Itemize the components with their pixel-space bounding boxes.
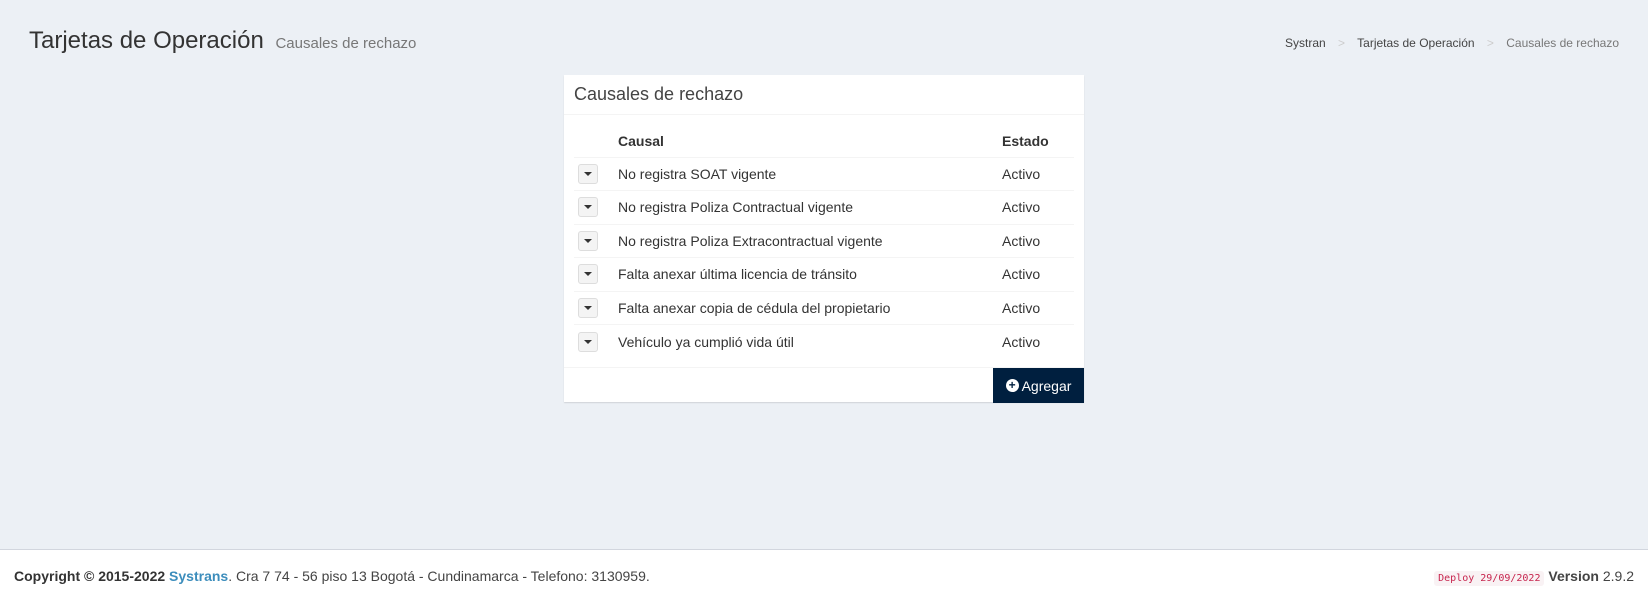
main-footer: Copyright © 2015-2022 Systrans. Cra 7 74… [0, 549, 1648, 595]
row-actions-cell [574, 324, 614, 358]
table-row: No registra Poliza Extracontractual vige… [574, 223, 1074, 258]
row-dropdown-button[interactable] [578, 197, 598, 218]
row-dropdown-button[interactable] [578, 163, 598, 184]
breadcrumb-separator: > [1338, 36, 1346, 50]
causal-cell: Falta anexar última licencia de tránsito [614, 257, 998, 291]
table-row: Vehículo ya cumplió vida útil Activo [574, 324, 1074, 358]
table-row: No registra SOAT vigente Activo [574, 157, 1074, 191]
causal-cell: No registra Poliza Extracontractual vige… [614, 223, 998, 258]
row-dropdown-button[interactable] [578, 297, 598, 318]
causal-cell: No registra SOAT vigente [618, 165, 777, 182]
page-title: Tarjetas de Operación Causales de rechaz… [29, 27, 416, 55]
box-body: Causal Estado No registra SOAT vigente A… [564, 115, 1084, 367]
box-title: Causales de rechazo [574, 84, 744, 104]
table-row: No registra Poliza Contractual vigente A… [574, 190, 1074, 224]
causal-cell: Vehículo ya cumplió vida útil [614, 324, 998, 358]
causal-cell: Falta anexar copia de cédula del propiet… [614, 290, 998, 325]
deploy-badge: Deploy 29/09/2022 [1434, 571, 1545, 586]
breadcrumb-separator: > [1486, 36, 1494, 50]
add-button-label: Agregar [1021, 377, 1072, 394]
estado-cell: Activo [998, 223, 1074, 258]
footer-copyright: Copyright © 2015-2022 Systrans. Cra 7 74… [14, 568, 650, 584]
version-number: 2.9.2 [1602, 568, 1634, 584]
estado-cell: Activo [1002, 165, 1041, 182]
table-header-row: Causal Estado [574, 125, 1074, 158]
caret-down-icon [584, 238, 592, 243]
estado-column-header: Estado [998, 125, 1074, 158]
copyright-text: Copyright © 2015-2022 [14, 568, 166, 584]
box-footer: + Agregar [564, 367, 1084, 403]
box-header: Causales de rechazo [564, 75, 1084, 115]
caret-down-icon [584, 339, 592, 344]
estado-cell: Activo [998, 257, 1074, 291]
brand-link[interactable]: Systrans [169, 568, 228, 584]
row-actions-cell [574, 257, 614, 291]
table-row: Falta anexar copia de cédula del propiet… [574, 290, 1074, 325]
breadcrumb-item-tarjetas[interactable]: Tarjetas de Operación [1357, 36, 1474, 50]
caret-down-icon [584, 205, 592, 210]
causal-column-header: Causal [614, 125, 998, 158]
page-subtitle: Causales de rechazo [275, 35, 417, 52]
table-row: Falta anexar última licencia de tránsito… [574, 257, 1074, 291]
estado-cell: Activo [998, 190, 1074, 224]
row-dropdown-button[interactable] [578, 230, 598, 251]
estado-cell: Activo [998, 290, 1074, 325]
content-header: Tarjetas de Operación Causales de rechaz… [29, 27, 1619, 61]
caret-down-icon [584, 272, 592, 277]
breadcrumb-item-current: Causales de rechazo [1506, 36, 1619, 50]
causales-table: Causal Estado No registra SOAT vigente A… [574, 125, 1074, 358]
row-actions-cell [574, 290, 614, 325]
plus-circle-icon: + [1005, 379, 1019, 392]
causales-box: Causales de rechazo Causal Estado No reg… [564, 75, 1084, 403]
version-label: Version [1548, 568, 1599, 584]
row-dropdown-button[interactable] [578, 264, 598, 285]
add-button[interactable]: + Agregar [993, 368, 1084, 403]
footer-address: . Cra 7 74 - 56 piso 13 Bogotá - Cundina… [228, 568, 650, 584]
page-title-text: Tarjetas de Operación [29, 27, 264, 54]
estado-cell: Activo [998, 324, 1074, 358]
breadcrumb-item-systran[interactable]: Systran [1285, 36, 1326, 50]
row-actions-cell [574, 157, 614, 191]
caret-down-icon [584, 171, 592, 176]
actions-column-header [574, 125, 614, 158]
row-actions-cell [574, 190, 614, 224]
breadcrumb: Systran > Tarjetas de Operación > Causal… [1285, 36, 1619, 50]
footer-version: Deploy 29/09/2022 Version 2.9.2 [1434, 568, 1634, 586]
caret-down-icon [584, 305, 592, 310]
row-dropdown-button[interactable] [578, 331, 598, 352]
causal-cell: No registra Poliza Contractual vigente [614, 190, 998, 224]
row-actions-cell [574, 223, 614, 258]
